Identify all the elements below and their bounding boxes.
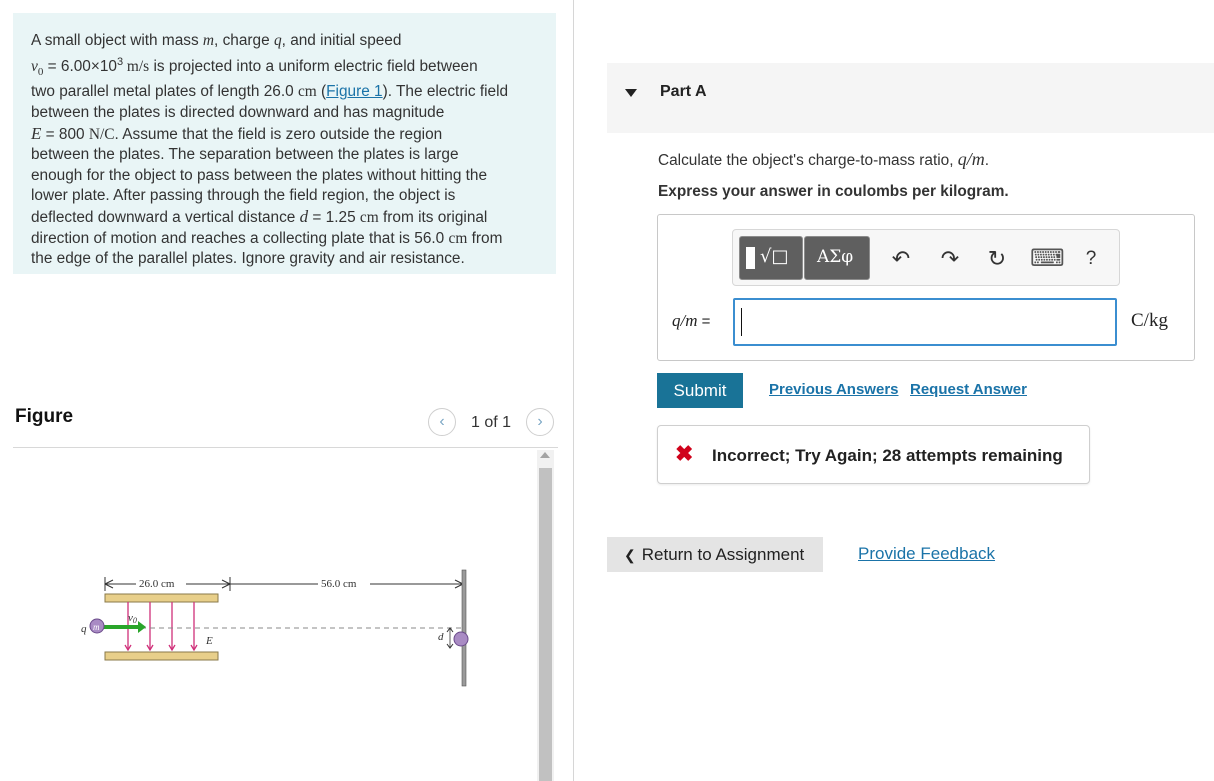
figure-divider	[13, 447, 558, 448]
chevron-right-icon: ›	[537, 413, 543, 430]
text: = 6.00×10	[43, 57, 117, 75]
text: , and initial speed	[281, 32, 402, 49]
problem-line: A small object with mass m, charge q, an…	[31, 31, 538, 52]
prev-figure-button[interactable]: ‹	[428, 408, 456, 436]
text: from its original	[378, 208, 488, 226]
submit-button[interactable]: Submit	[657, 373, 743, 408]
problem-line: between the plates. The separation betwe…	[31, 146, 459, 164]
panel-divider	[573, 0, 574, 781]
text: = 800	[41, 125, 89, 143]
text: deflected downward a vertical distance	[31, 208, 300, 226]
undo-icon[interactable]: ↶	[888, 246, 914, 272]
text: ). The electric field	[382, 83, 509, 101]
figure-title: Figure	[15, 406, 74, 427]
impact-object	[453, 631, 469, 647]
math-q: q	[273, 32, 282, 49]
answer-label: q/m =	[672, 311, 710, 331]
request-answer-link[interactable]: Request Answer	[910, 381, 1027, 398]
previous-answers-link[interactable]: Previous Answers	[769, 381, 899, 398]
text: =	[697, 313, 711, 330]
problem-line: E = 800 N/C. Assume that the field is ze…	[31, 124, 538, 146]
math-m: m	[202, 32, 215, 49]
text: = 1.25	[308, 208, 360, 226]
math-d: d	[299, 206, 309, 226]
problem-line: two parallel metal plates of length 26.0…	[31, 82, 538, 103]
part-a-label[interactable]: Part A	[660, 83, 707, 101]
dim-label-26: 26.0 cm	[139, 578, 175, 590]
templates-button[interactable]: √□	[739, 236, 803, 280]
incorrect-x-icon: ✖	[675, 441, 694, 466]
chevron-left-icon: ❮	[624, 547, 636, 563]
cursor-block-icon	[746, 247, 755, 269]
sqrt-template-icon: √□	[760, 246, 789, 267]
upper-plate	[104, 593, 219, 603]
text: (	[316, 83, 327, 101]
text: from	[467, 229, 503, 247]
answer-unit: C/kg	[1131, 310, 1168, 331]
dimension-26cm: 26.0 cm	[104, 576, 231, 591]
problem-line: deflected downward a vertical distance d…	[31, 207, 538, 229]
text: . Assume that the field is zero outside …	[114, 125, 443, 143]
dim-label-56: 56.0 cm	[321, 578, 357, 590]
math-unit: N/C	[88, 125, 115, 143]
answer-instruction: Express your answer in coulombs per kilo…	[658, 183, 1009, 200]
text: .	[984, 152, 990, 169]
figure-link[interactable]: Figure 1	[326, 83, 382, 100]
caret-down-icon[interactable]	[625, 89, 637, 97]
text: A small object with mass	[31, 32, 203, 49]
collecting-plate	[461, 569, 467, 687]
next-figure-button[interactable]: ›	[526, 408, 554, 436]
greek-label: ΑΣφ	[817, 247, 854, 267]
math-unit: cm	[448, 229, 468, 247]
return-to-assignment-button[interactable]: ❮ Return to Assignment	[607, 537, 823, 572]
label-m: m	[93, 622, 100, 632]
problem-line: direction of motion and reaches a collec…	[31, 229, 538, 250]
label-q: q	[81, 623, 87, 635]
problem-line: v0 = 6.00×103 m/s is projected into a un…	[31, 52, 538, 83]
redo-icon[interactable]: ↷	[937, 246, 963, 272]
answer-input[interactable]	[733, 298, 1117, 346]
problem-line: the edge of the parallel plates. Ignore …	[31, 250, 465, 268]
provide-feedback-link[interactable]: Provide Feedback	[858, 544, 995, 564]
text: , charge	[214, 32, 274, 49]
math-qm: q/m	[672, 311, 698, 330]
label-E: E	[205, 635, 213, 647]
problem-line: lower plate. After passing through the f…	[31, 187, 456, 205]
velocity-arrowhead	[138, 621, 146, 633]
keyboard-icon[interactable]: ⌨	[1030, 246, 1065, 272]
feedback-message: Incorrect; Try Again; 28 attempts remain…	[712, 446, 1063, 465]
math-unit: cm	[359, 208, 379, 226]
scroll-up-arrow-icon[interactable]	[540, 452, 550, 458]
return-label: Return to Assignment	[641, 545, 805, 564]
reset-icon[interactable]: ↻	[984, 246, 1010, 272]
help-button[interactable]: ?	[1078, 246, 1104, 272]
label-v0: v0	[128, 612, 137, 625]
problem-line: enough for the object to pass between th…	[31, 166, 488, 184]
lower-plate	[104, 651, 219, 661]
greek-symbols-button[interactable]: ΑΣφ	[804, 236, 870, 280]
math-v0: v	[31, 57, 38, 75]
math-E: E	[31, 123, 42, 143]
math-unit: cm	[297, 83, 317, 101]
scrollbar-thumb[interactable]	[539, 468, 552, 781]
label-d: d	[438, 631, 444, 643]
math-qm: q/m	[957, 149, 985, 169]
problem-line: between the plates is directed downward …	[31, 103, 445, 121]
text: direction of motion and reaches a collec…	[31, 229, 449, 247]
figure-diagram: 26.0 cm 56.0 cm m q v0 E d	[81, 569, 469, 687]
chevron-left-icon: ‹	[439, 413, 445, 430]
text: Calculate the object's charge-to-mass ra…	[658, 152, 958, 169]
text: two parallel metal plates of length 26.0	[31, 83, 298, 101]
dimension-56cm: 56.0 cm	[230, 576, 464, 590]
text-cursor	[741, 308, 742, 336]
text: is projected into a uniform electric fie…	[149, 57, 478, 75]
math-unit: m/s	[123, 57, 150, 75]
question-text: Calculate the object's charge-to-mass ra…	[658, 149, 989, 170]
problem-statement: A small object with mass m, charge q, an…	[13, 13, 556, 274]
figure-pager: 1 of 1	[471, 414, 512, 431]
